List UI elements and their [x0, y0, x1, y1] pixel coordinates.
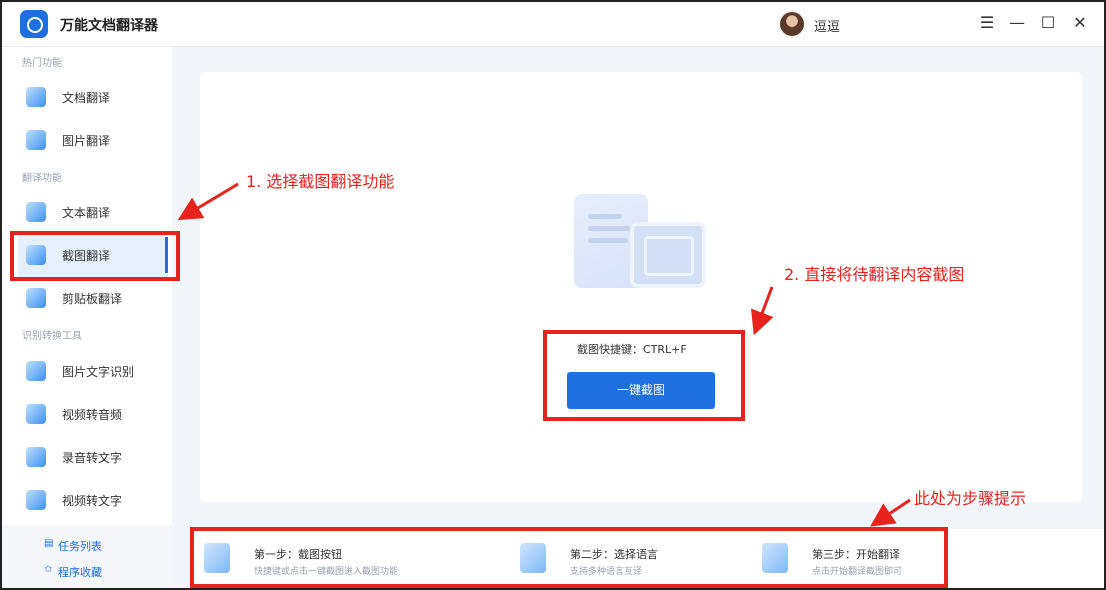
annotation-arrows — [177, 182, 911, 527]
arrow-to-steps — [870, 498, 911, 527]
arrow-to-sidebar — [177, 182, 239, 221]
arrow-to-capture — [751, 286, 774, 336]
app-window: 万能文档翻译器 逗逗 ☰ — ☐ ✕ 热门功能 文档翻译 图片翻译 翻译功能 文… — [0, 0, 1106, 590]
